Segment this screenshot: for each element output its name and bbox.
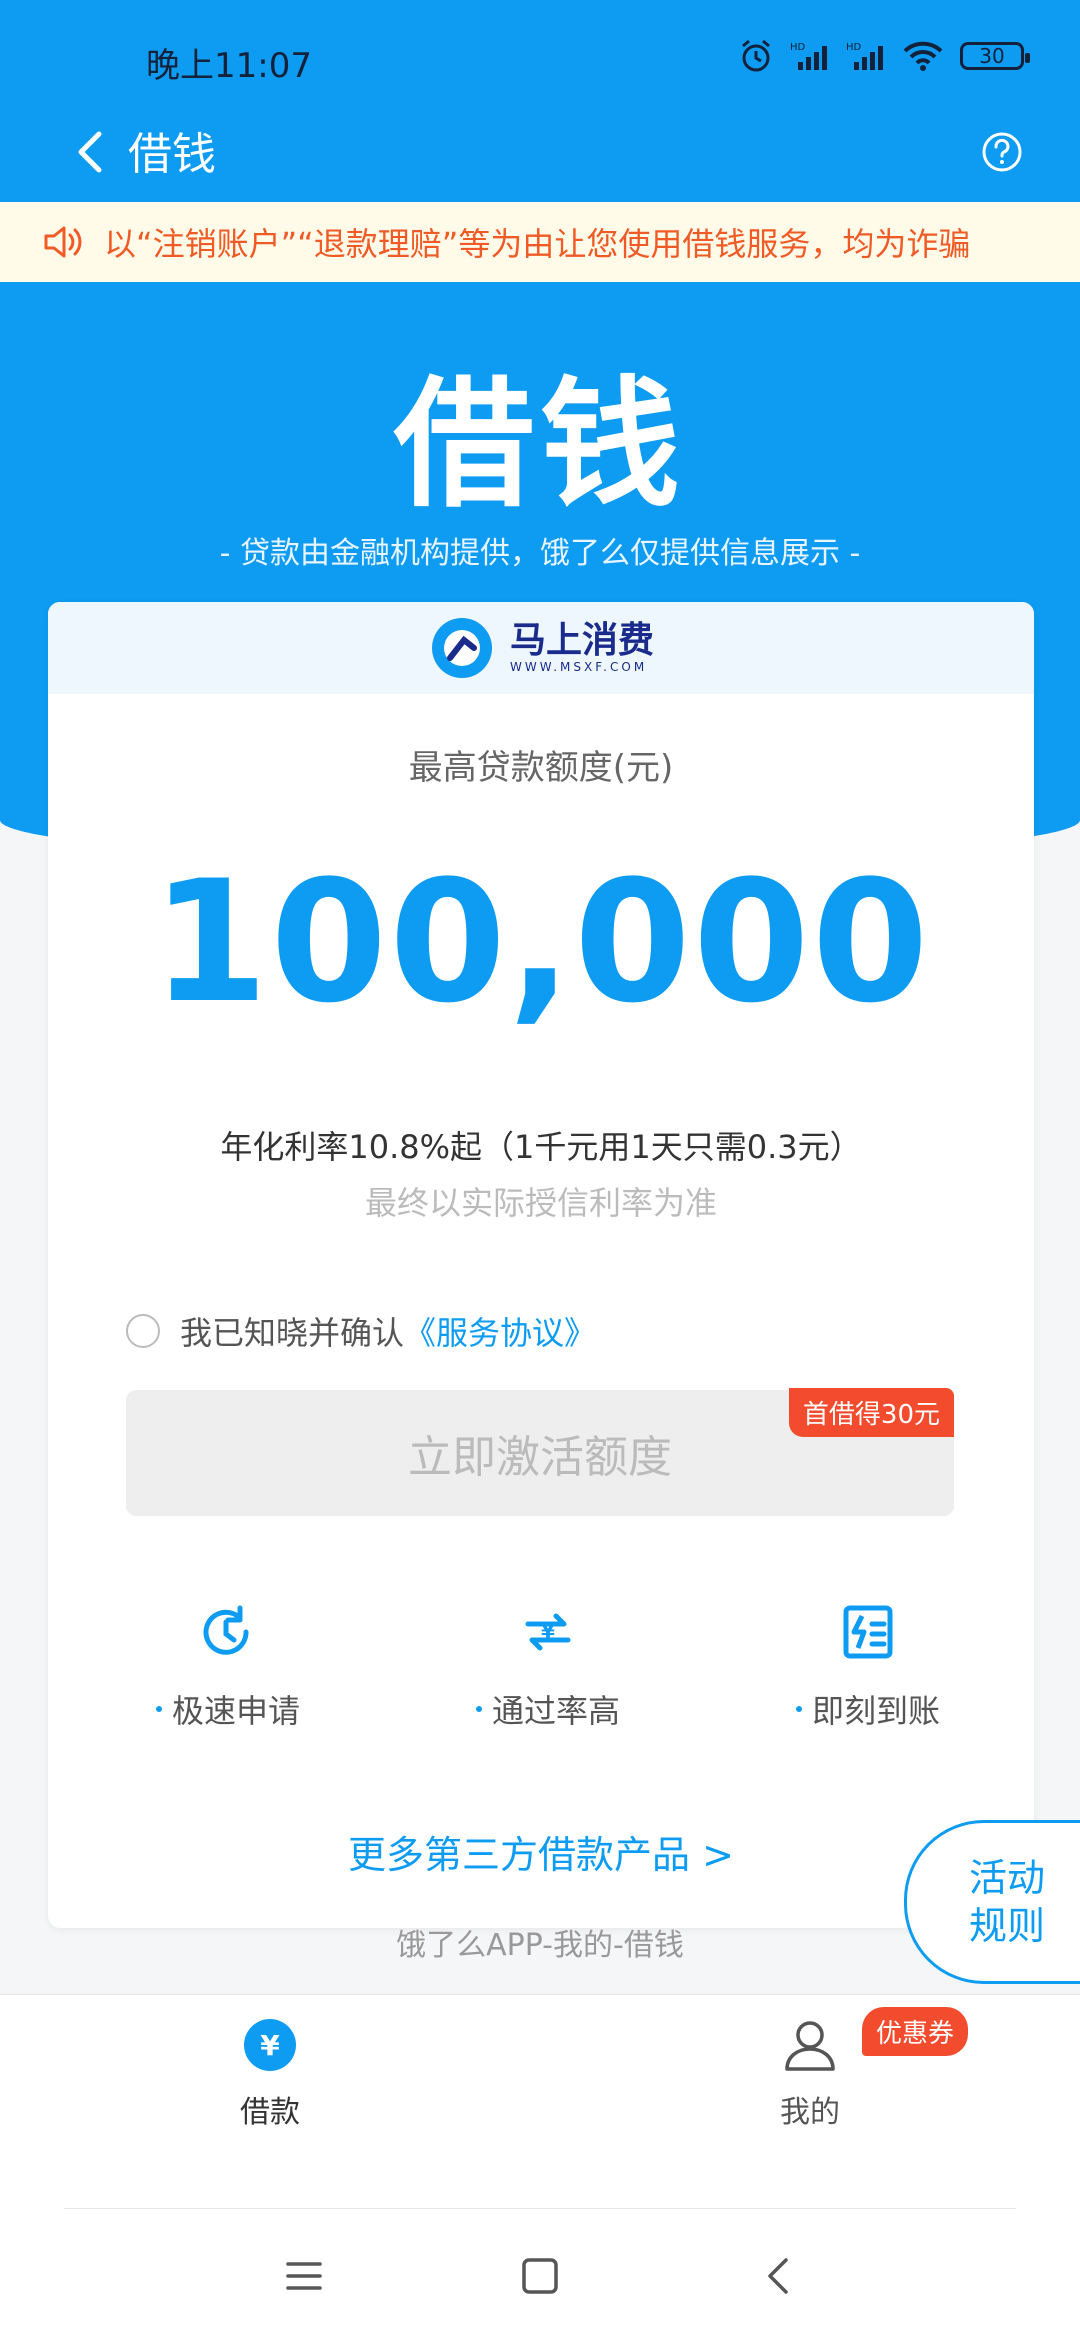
feature-item: ¥ 通过率高: [428, 1600, 668, 1732]
hero-subtitle: - 贷款由金融机构提供，饿了么仅提供信息展示 -: [219, 536, 861, 571]
back-button[interactable]: [60, 122, 120, 182]
feature-item: 即刻到账: [748, 1600, 988, 1732]
battery-icon: 30: [960, 42, 1030, 70]
page-title: 借钱: [128, 129, 216, 180]
tab-loan-label: 借款: [240, 2095, 300, 2130]
activity-rules-button[interactable]: 活动 规则: [904, 1820, 1080, 1984]
yuan-exchange-icon: ¥: [525, 1613, 571, 1651]
alarm-icon: [742, 39, 770, 72]
hero-title: 借钱: [393, 364, 686, 527]
navbar-divider: [64, 2208, 1016, 2209]
interest-rate: 年化利率10.8%起（1千元用1天只需0.3元）: [220, 1128, 862, 1166]
rate-note: 最终以实际授信利率为准: [364, 1184, 717, 1222]
notice-text: 以“注销账户”“退款理赔”等为由让您使用借钱服务，均为诈骗: [104, 225, 971, 263]
status-bar: 晚上11:07 HD HD 30: [0, 0, 1080, 110]
fraud-notice-bar: 以“注销账户”“退款理赔”等为由让您使用借钱服务，均为诈骗: [0, 202, 1080, 282]
signal-2-icon: HD: [846, 42, 883, 70]
agreement-checkbox[interactable]: [126, 1314, 160, 1348]
clock-refresh-icon: [203, 1605, 249, 1655]
service-agreement-link[interactable]: 《服务协议》: [404, 1314, 596, 1352]
agreement-text: 我已知晓并确认: [180, 1314, 405, 1352]
help-button[interactable]: [972, 122, 1032, 182]
limit-label: 最高贷款额度(元): [408, 748, 674, 788]
msxf-logo-icon: [431, 618, 492, 678]
more-products-link[interactable]: 更多第三方借款产品 >: [48, 1824, 1034, 1879]
loan-amount: 100,000: [151, 844, 931, 1040]
speaker-icon: [44, 226, 82, 258]
system-nav-bar: [0, 2210, 1080, 2340]
question-circle-icon: [982, 132, 1022, 172]
activity-line2: 规则: [968, 1904, 1045, 1948]
wifi-icon: [903, 41, 943, 71]
bullet-dot: [475, 1706, 482, 1712]
tab-mine-label: 我的: [780, 2095, 840, 2130]
promo-badge: 首借得30元: [788, 1388, 954, 1437]
feature-label: 极速申请: [171, 1692, 300, 1730]
status-time: 晚上11:07: [146, 46, 312, 86]
svg-text:¥: ¥: [541, 1620, 555, 1644]
coupon-badge: 优惠券: [862, 2007, 969, 2056]
chevron-left-icon: [78, 131, 102, 173]
person-icon: [785, 2021, 835, 2071]
svg-text:HD: HD: [790, 42, 806, 53]
bottom-tab-bar: ¥ 借款 我的 优惠券: [0, 1994, 1080, 2211]
bullet-dot: [795, 1706, 802, 1712]
feature-label: 即刻到账: [811, 1692, 940, 1730]
logo-name: 马上消费: [509, 620, 654, 661]
agreement-row: 我已知晓并确认《服务协议》: [126, 1308, 596, 1354]
svg-text:HD: HD: [846, 42, 862, 53]
loan-card: 马上消费 WWW.MSXF.COM 最高贷款额度(元) 100,000 年化利率…: [48, 602, 1034, 1928]
feature-item: 极速申请: [108, 1600, 348, 1732]
battery-level: 30: [979, 44, 1005, 68]
feature-label: 通过率高: [491, 1692, 620, 1730]
card-header: 马上消费 WWW.MSXF.COM: [48, 602, 1034, 694]
logo-url: WWW.MSXF.COM: [509, 660, 648, 674]
lightning-document-icon: [843, 1605, 893, 1659]
signal-1-icon: HD: [790, 42, 827, 70]
activity-line1: 活动: [968, 1856, 1045, 1900]
menu-icon[interactable]: [282, 2254, 326, 2298]
feature-list: 极速申请 ¥ 通过率高 即刻到账: [108, 1600, 988, 1732]
home-square-icon[interactable]: [518, 2254, 562, 2298]
logo-text: 马上消费 WWW.MSXF.COM: [509, 620, 654, 675]
back-chevron-icon[interactable]: [758, 2254, 802, 2298]
svg-text:¥: ¥: [260, 2029, 280, 2062]
tab-loan[interactable]: ¥ 借款: [160, 2017, 380, 2131]
yuan-circle-icon: ¥: [244, 2019, 296, 2071]
bullet-dot: [155, 1706, 162, 1712]
status-icons: HD HD 30: [738, 38, 1030, 74]
app-header: 借钱: [0, 110, 1080, 202]
